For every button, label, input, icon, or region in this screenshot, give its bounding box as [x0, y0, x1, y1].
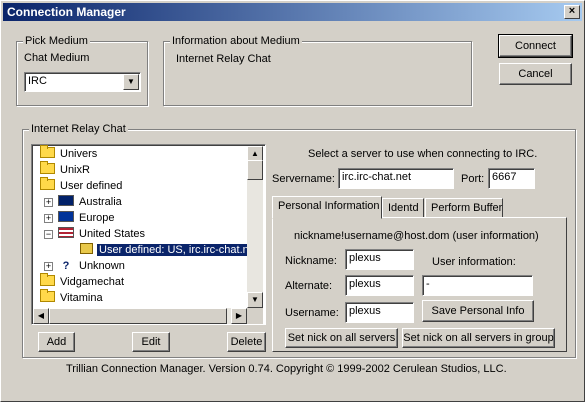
edit-button[interactable]: Edit — [132, 332, 170, 352]
tree-item-unknown[interactable]: ? Unknown — [58, 258, 125, 274]
tree-item-unixr[interactable]: UnixR — [40, 161, 90, 178]
tree-item-univers[interactable]: Univers — [40, 145, 97, 162]
tree-item-australia[interactable]: Australia — [58, 194, 122, 210]
footer-copyright: Trillian Connection Manager. Version 0.7… — [66, 363, 507, 375]
add-button[interactable]: Add — [38, 332, 75, 352]
horizontal-scroll-thumb[interactable] — [49, 308, 227, 324]
scroll-left-icon[interactable]: ◀ — [33, 308, 49, 324]
settings-tabs: Personal Information Identd Perform Buff… — [272, 196, 567, 352]
tab-identd[interactable]: Identd — [382, 198, 424, 218]
folder-icon — [40, 177, 55, 190]
expand-icon[interactable]: + — [44, 198, 53, 207]
us-flag-icon — [58, 227, 74, 238]
medium-info-group: Information about Medium Internet Relay … — [163, 35, 472, 106]
medium-info-legend: Information about Medium — [170, 35, 302, 47]
servername-input[interactable]: irc.irc-chat.net — [338, 168, 454, 189]
alternate-label: Alternate: — [285, 280, 333, 292]
tree-item-united-states[interactable]: United States — [58, 226, 145, 242]
tree-item-server-selected[interactable]: User defined: US, irc.irc-chat.net — [80, 242, 261, 258]
tree-item-vidgamechat[interactable]: Vidgamechat — [40, 273, 124, 290]
medium-info-text: Internet Relay Chat — [176, 53, 271, 65]
server-icon — [80, 243, 93, 254]
tree-item-user-defined[interactable]: User defined — [40, 177, 122, 194]
folder-icon — [40, 145, 55, 158]
tab-perform-buffer[interactable]: Perform Buffer — [425, 198, 503, 218]
nickname-input[interactable]: plexus — [345, 249, 414, 270]
collapse-icon[interactable]: − — [44, 230, 53, 239]
tab-personal-information[interactable]: Personal Information — [272, 196, 382, 219]
title-bar: Connection Manager × — [3, 3, 582, 21]
pick-medium-group: Pick Medium Chat Medium IRC ▼ — [16, 35, 148, 106]
port-label: Port: — [461, 173, 485, 185]
scroll-down-icon[interactable]: ▼ — [247, 292, 263, 308]
pick-medium-legend: Pick Medium — [23, 35, 90, 47]
tree-item-europe[interactable]: Europe — [58, 210, 114, 226]
australia-flag-icon — [58, 195, 74, 206]
question-icon: ? — [62, 260, 70, 272]
set-nick-all-servers-button[interactable]: Set nick on all servers — [285, 328, 398, 348]
chevron-down-icon[interactable]: ▼ — [123, 74, 139, 90]
delete-button[interactable]: Delete — [227, 332, 266, 352]
nickname-label: Nickname: — [285, 255, 337, 267]
server-tree[interactable]: Univers UnixR User defined + Australia +… — [31, 144, 266, 325]
servername-label: Servername: — [272, 173, 335, 185]
chat-medium-label: Chat Medium — [24, 52, 90, 64]
vertical-scroll-thumb[interactable] — [247, 160, 263, 180]
close-icon: × — [568, 5, 576, 17]
alternate-input[interactable]: plexus — [345, 275, 414, 296]
user-information-input[interactable]: - — [422, 275, 533, 296]
expand-icon[interactable]: + — [44, 262, 53, 271]
format-hint: nickname!username@host.dom (user informa… — [294, 230, 539, 242]
expand-icon[interactable]: + — [44, 214, 53, 223]
tree-item-vitamina[interactable]: Vitamina — [40, 289, 103, 306]
folder-icon — [40, 289, 55, 302]
chat-medium-value: IRC — [28, 75, 47, 87]
scroll-right-icon[interactable]: ▶ — [231, 308, 247, 324]
connect-button[interactable]: Connect — [498, 34, 573, 58]
cancel-button[interactable]: Cancel — [499, 63, 572, 85]
select-server-prompt: Select a server to use when connecting t… — [308, 148, 538, 160]
europe-flag-icon — [58, 211, 74, 222]
personal-info-panel: nickname!username@host.dom (user informa… — [272, 217, 567, 352]
window-title: Connection Manager — [7, 5, 126, 19]
folder-icon — [40, 161, 55, 174]
username-label: Username: — [285, 307, 339, 319]
irc-legend: Internet Relay Chat — [29, 123, 128, 135]
user-information-label: User information: — [432, 256, 516, 268]
set-nick-group-button[interactable]: Set nick on all servers in group — [402, 328, 555, 348]
save-personal-info-button[interactable]: Save Personal Info — [422, 300, 534, 322]
folder-icon — [40, 273, 55, 286]
scroll-corner — [247, 308, 263, 324]
chat-medium-select[interactable]: IRC ▼ — [24, 72, 141, 92]
connection-manager-window: Connection Manager × Pick Medium Chat Me… — [0, 0, 585, 402]
close-button[interactable]: × — [564, 5, 580, 19]
username-input[interactable]: plexus — [345, 302, 414, 323]
port-input[interactable]: 6667 — [488, 168, 535, 189]
